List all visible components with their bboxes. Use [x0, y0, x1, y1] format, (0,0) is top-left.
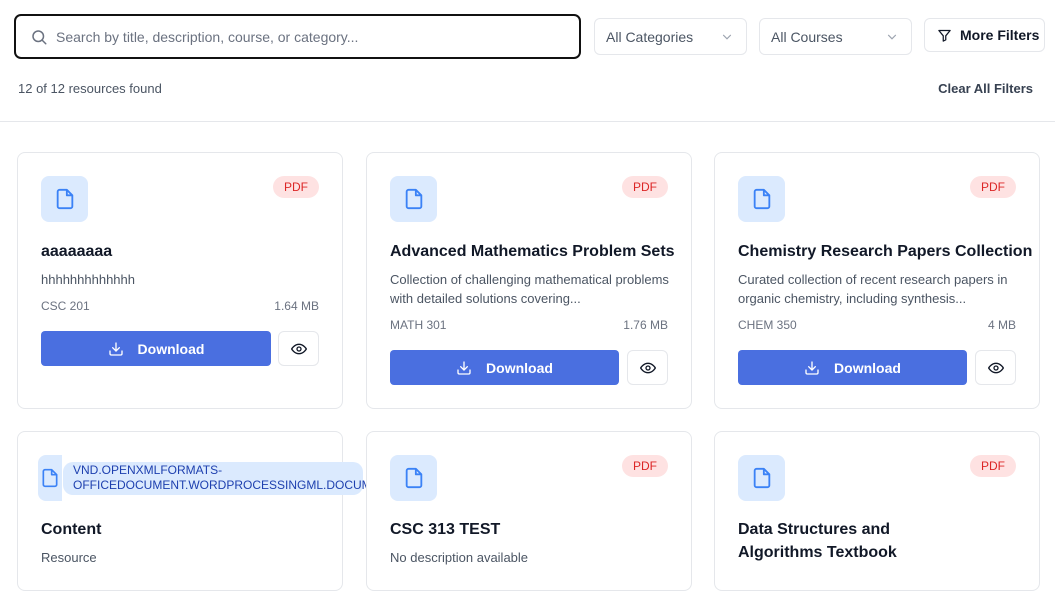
- download-button[interactable]: Download: [738, 350, 967, 385]
- resource-title: Content: [41, 521, 102, 538]
- course-code: MATH 301: [390, 318, 447, 332]
- resource-description: Resource: [41, 550, 97, 565]
- download-icon: [108, 341, 123, 356]
- more-filters-label: More Filters: [960, 27, 1040, 43]
- more-filters-button[interactable]: More Filters: [924, 18, 1045, 52]
- clear-filters-button[interactable]: Clear All Filters: [938, 81, 1033, 96]
- file-icon: [41, 176, 88, 222]
- course-select-value: All Courses: [771, 28, 843, 45]
- search-box[interactable]: [14, 14, 581, 59]
- file-type-label: VND.OPENXMLFORMATS-OFFICEDOCUMENT.WORDPR…: [63, 461, 396, 495]
- download-label: Download: [137, 340, 205, 357]
- resource-meta: MATH 301 1.76 MB: [390, 318, 668, 332]
- file-icon: [390, 176, 437, 222]
- resource-description: No description available: [390, 550, 529, 565]
- download-icon: [457, 360, 471, 375]
- file-type-badge: PDF: [622, 455, 668, 477]
- download-button[interactable]: Download: [41, 331, 271, 366]
- resource-description: Curated collection of recent research pa…: [738, 272, 1008, 306]
- file-size: 1.64 MB: [274, 299, 319, 313]
- filter-bar: All Categories All Courses More Filters …: [0, 0, 1055, 122]
- resource-meta: CSC 201 1.64 MB: [41, 299, 319, 313]
- eye-icon: [290, 343, 307, 354]
- download-icon: [805, 360, 819, 375]
- category-select-value: All Categories: [606, 28, 694, 45]
- course-code: CSC 201: [41, 299, 90, 313]
- preview-button[interactable]: [278, 331, 319, 366]
- course-select[interactable]: All Courses: [759, 18, 912, 55]
- preview-button[interactable]: [627, 350, 668, 385]
- file-type-badge: PDF: [622, 176, 668, 198]
- resource-meta: CHEM 350 4 MB: [738, 318, 1016, 332]
- download-label: Download: [834, 359, 901, 376]
- file-size: 4 MB: [987, 318, 1016, 332]
- results-count: 12 of 12 resources found: [18, 81, 162, 96]
- resource-title: Chemistry Research Papers Collection: [738, 243, 1033, 260]
- resource-description: hhhhhhhhhhhhh: [41, 272, 135, 287]
- resource-card: PDF Data Structures and Algorithms Textb…: [714, 431, 1040, 591]
- file-size: 1.76 MB: [623, 318, 668, 332]
- resource-title: CSC 313 TEST: [390, 521, 501, 538]
- resource-title: Advanced Mathematics Problem Sets: [390, 243, 675, 260]
- file-type-badge: VND.OPENXMLFORMATS-OFFICEDOCUMENT.WORDPR…: [38, 455, 396, 501]
- resource-card: PDF Advanced Mathematics Problem Sets Co…: [366, 152, 692, 409]
- resource-card: VND.OPENXMLFORMATS-OFFICEDOCUMENT.WORDPR…: [17, 431, 396, 591]
- search-icon: [32, 29, 47, 44]
- preview-button[interactable]: [975, 350, 1016, 385]
- file-type-badge: PDF: [970, 455, 1016, 477]
- resource-description: Collection of challenging mathematical p…: [390, 272, 669, 306]
- file-icon: [738, 455, 785, 501]
- chevron-down-icon: [722, 34, 732, 40]
- file-icon: [390, 455, 437, 501]
- file-icon: [38, 455, 62, 501]
- search-input[interactable]: [56, 28, 556, 45]
- filter-icon: [938, 29, 951, 42]
- course-code: CHEM 350: [738, 318, 797, 332]
- category-select[interactable]: All Categories: [594, 18, 747, 55]
- chevron-down-icon: [887, 34, 897, 40]
- resource-title: aaaaaaaa: [41, 243, 113, 260]
- eye-icon: [639, 362, 656, 373]
- download-label: Download: [486, 359, 553, 376]
- resource-card: PDF Chemistry Research Papers Collection…: [714, 152, 1040, 409]
- file-icon: [738, 176, 785, 222]
- download-button[interactable]: Download: [390, 350, 619, 385]
- resource-card: PDF CSC 313 TEST No description availabl…: [366, 431, 692, 591]
- file-type-badge: PDF: [273, 176, 319, 198]
- resource-card: PDF aaaaaaaa hhhhhhhhhhhhh CSC 201 1.64 …: [17, 152, 343, 409]
- file-type-badge: PDF: [970, 176, 1016, 198]
- eye-icon: [987, 362, 1004, 373]
- resource-title: Data Structures and Algorithms Textbook: [738, 521, 897, 561]
